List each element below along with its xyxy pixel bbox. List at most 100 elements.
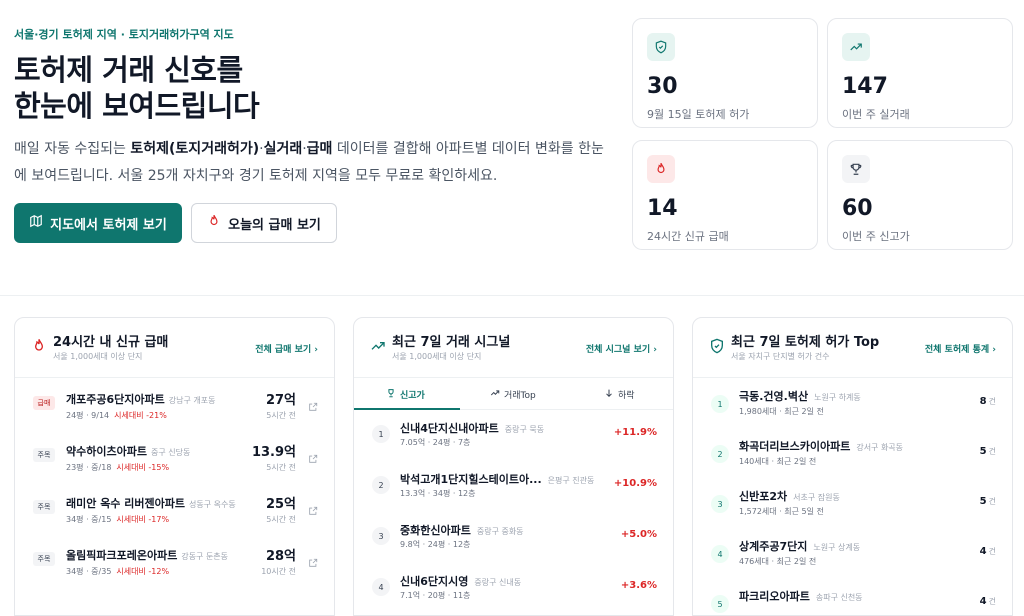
rank-number: 2 [711,445,729,463]
flame-icon [207,214,221,232]
apt-name: 약수하이츠아파트 중구 신당동 [66,443,190,459]
stat-label: 9월 15일 토허제 허가 [647,108,750,121]
stat-card-urgent[interactable]: 14 24시간 신규 급매 [632,140,818,250]
permit-count: 4건 [980,546,996,557]
apt-name-text: 박석고개1단지힐스테이트아... [400,473,542,486]
external-link-icon[interactable] [308,501,318,515]
external-link-icon[interactable] [308,553,318,567]
list-item[interactable]: 주목 올림픽파크포레온아파트 강동구 둔촌동 34평 · 중/35 시세대비 -12… [15,540,334,592]
count-value: 5 [979,496,987,507]
apt-meta: 23평 · 중/18 시세대비 -15% [66,462,169,473]
stat-card-transactions[interactable]: 147 이번 주 실거래 [827,18,1013,128]
price: 25억 [265,497,296,512]
permit-count: 5건 [980,496,996,507]
card-header: 최근 7일 거래 시그널 서울 1,000세대 이상 단지 전체 시그널 보기 … [354,318,673,378]
apt-name-text: 신내6단지시영 [400,575,469,588]
view-all-signals-link[interactable]: 전체 시그널 보기 › [586,342,657,355]
list-item[interactable]: 4 상계주공7단지 노원구 상계동 476세대 · 최근 2일 전 4건 [693,536,1012,588]
stat-label: 이번 주 실거래 [842,108,910,121]
permit-count: 8건 [980,396,996,407]
card-subtitle: 서울 1,000세대 이상 단지 [53,352,143,361]
list-item[interactable]: 1 신내4단지신내아파트 중랑구 묵동 7.05억 · 24평 · 7층 +11.… [354,418,673,470]
price-diff: 시세대비 -15% [116,463,170,472]
list-item[interactable]: 3 중화한신아파트 중랑구 중화동 9.8억 · 24평 · 12층 +5.0% [354,520,673,572]
trending-up-icon [490,388,500,401]
trending-up-icon [842,33,870,61]
rank-number: 1 [711,395,729,413]
stat-value: 30 [647,74,678,99]
trophy-icon [386,388,396,401]
card-title: 최근 7일 거래 시그널 [392,335,511,350]
apt-location: 노원구 하계동 [814,393,861,402]
apt-name: 올림픽파크포레온아파트 강동구 둔촌동 [66,547,228,563]
list-item[interactable]: 주목 약수하이츠아파트 중구 신당동 23평 · 중/18 시세대비 -15% 13… [15,436,334,488]
apt-name-text: 래미안 옥수 리버젠아파트 [66,497,185,510]
tab-trade-top[interactable]: 거래Top [490,378,536,410]
apt-name-text: 약수하이츠아파트 [66,445,147,458]
stat-card-permits[interactable]: 30 9월 15일 토허제 허가 [632,18,818,128]
apt-meta: 34평 · 중/35 시세대비 -12% [66,566,169,577]
apt-name-text: 화곡더리브스카이아파트 [739,440,851,453]
list-item[interactable]: 4 신내6단지시영 중랑구 신내동 7.1억 · 20평 · 11층 +3.6% [354,571,673,615]
price-change: +5.0% [620,529,657,540]
price: 13.9억 [251,445,296,460]
apt-meta-text: 34평 · 중/15 [66,515,112,524]
card-title: 최근 7일 토허제 허가 Top [731,335,880,350]
external-link-icon[interactable] [308,449,318,463]
title-line-1: 토허제 거래 신호를 [14,53,243,87]
apt-name: 박석고개1단지힐스테이트아... 은평구 진관동 [400,471,594,487]
apt-location: 중랑구 중화동 [476,527,524,536]
apt-name: 극동.건영.벽산 노원구 하계동 [739,388,861,404]
map-view-button[interactable]: 지도에서 토허제 보기 [14,203,182,243]
list-item[interactable]: 급매 개포주공6단지아파트 강남구 개포동 24평 · 9/14 시세대비 -21%… [15,384,334,436]
apt-location: 중랑구 신내동 [474,578,522,587]
price-change: +3.6% [620,580,657,591]
desc-text-1: 매일 자동 수집되는 [14,141,131,157]
status-badge: 주목 [33,448,55,462]
count-value: 5 [979,446,987,457]
apt-meta: 476세대 · 최근 2일 전 [739,557,817,566]
permit-count: 4건 [980,596,996,607]
desc-bold-2: 실거래 [263,141,303,157]
trophy-icon [842,155,870,183]
rank-number: 4 [372,578,390,596]
view-all-permits-link[interactable]: 전체 토허제 통계 › [925,342,996,355]
count-value: 8 [979,396,987,407]
apt-meta: 140세대 · 최근 2일 전 [739,457,817,466]
list-item[interactable]: 주목 래미안 옥수 리버젠아파트 성동구 옥수동 34평 · 중/15 시세대비 -… [15,488,334,540]
tab-decline[interactable]: 하락 [604,378,635,410]
apt-location: 중랑구 묵동 [504,425,545,434]
count-unit: 건 [988,397,996,406]
apt-name: 신내6단지시영 중랑구 신내동 [400,573,521,589]
external-link-icon[interactable] [308,397,318,411]
stat-card-new-high[interactable]: 60 이번 주 신고가 [827,140,1013,250]
tab-new-high[interactable]: 신고가 [386,378,425,410]
apt-location: 송파구 신천동 [815,593,863,602]
status-badge: 주목 [33,500,55,514]
time-ago: 5시간 전 [266,411,296,420]
chevron-right-icon: › [653,345,657,355]
tab-label: 하락 [618,390,635,401]
stat-value: 147 [842,74,888,99]
list-item[interactable]: 2 박석고개1단지힐스테이트아... 은평구 진관동 13.3억 · 34평 · … [354,469,673,521]
apt-meta: 24평 · 9/14 시세대비 -21% [66,410,167,421]
urgent-sale-button[interactable]: 오늘의 급매 보기 [191,203,337,243]
title-line-2: 한눈에 보여드립니다 [14,89,260,123]
trade-signals-card: 최근 7일 거래 시그널 서울 1,000세대 이상 단지 전체 시그널 보기 … [353,317,674,616]
list-item[interactable]: 2 화곡더리브스카이아파트 강서구 화곡동 140세대 · 최근 2일 전 5건 [693,436,1012,488]
link-label: 전체 급매 보기 [255,345,312,355]
apt-name: 파크리오아파트 송파구 신천동 [739,588,863,604]
apt-name: 상계주공7단지 노원구 상계동 [739,538,860,554]
list-item[interactable]: 1 극동.건영.벽산 노원구 하계동 1,980세대 · 최근 2일 전 8건 [693,386,1012,438]
apt-name: 중화한신아파트 중랑구 중화동 [400,522,524,538]
shield-check-icon [647,33,675,61]
apt-meta: 7.05억 · 24평 · 7층 [400,438,471,447]
view-all-urgent-link[interactable]: 전체 급매 보기 › [255,342,318,355]
list-item[interactable]: 3 신반포2차 서초구 잠원동 1,572세대 · 최근 5일 전 5건 [693,486,1012,538]
count-value: 4 [979,546,987,557]
list-item[interactable]: 5 파크리오아파트 송파구 신천동 4건 [693,586,1012,615]
stat-value: 60 [842,196,873,221]
apt-location: 강서구 화곡동 [856,443,904,452]
map-icon [29,214,43,232]
apt-meta-text: 34평 · 중/35 [66,567,112,576]
